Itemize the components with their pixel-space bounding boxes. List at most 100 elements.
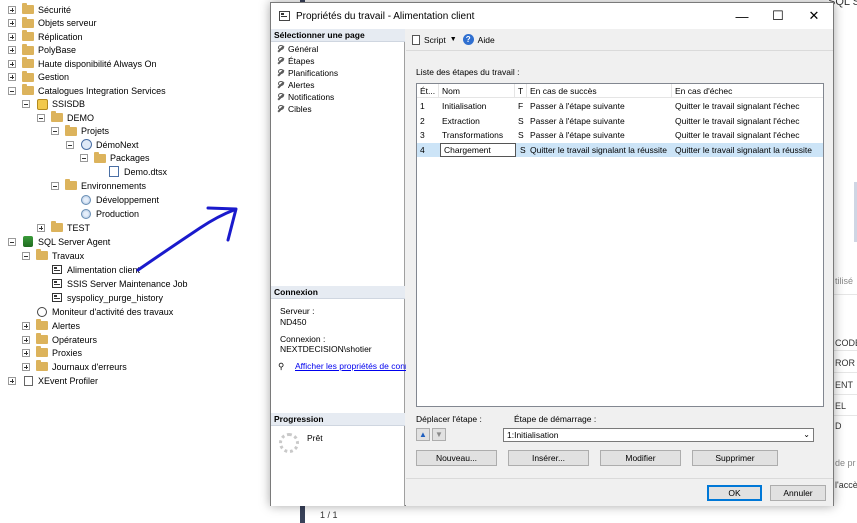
tree-node-alimentation-client[interactable]: Alimentation client (37, 263, 140, 276)
wrench-icon (277, 45, 285, 53)
tree-node-demo[interactable]: DEMO (37, 111, 94, 124)
start-step-select[interactable]: 1:Initialisation ⌄ (503, 428, 814, 442)
folder-icon (65, 179, 77, 190)
cancel-button[interactable]: Annuler (770, 485, 826, 501)
new-step-button[interactable]: Nouveau... (416, 450, 497, 466)
tree-node-demonext[interactable]: DémoNext (66, 138, 139, 151)
expand-icon[interactable] (8, 59, 16, 68)
collapse-icon[interactable] (22, 100, 30, 108)
tree-node-ssisdb[interactable]: SSISDB (22, 98, 85, 111)
dialog-titlebar[interactable]: Propriétés du travail - Alimentation cli… (271, 3, 833, 29)
page-notifications[interactable]: Notifications (277, 91, 334, 103)
expand-icon[interactable] (37, 223, 45, 232)
tree-node-objets-serveur[interactable]: Objets serveur (8, 16, 97, 30)
dialog-title: Propriétés du travail - Alimentation cli… (296, 10, 475, 22)
collapse-icon[interactable] (8, 86, 16, 95)
tree-node-packages[interactable]: Packages (80, 151, 150, 165)
script-button[interactable]: Script ▼ (412, 34, 463, 45)
wrench-icon (277, 69, 285, 77)
tree-node-syspolicy-purge[interactable]: syspolicy_purge_history (37, 291, 163, 304)
collapse-icon[interactable] (37, 113, 45, 122)
move-down-button[interactable]: ▼ (432, 428, 446, 441)
page-general[interactable]: Général (277, 43, 318, 55)
maximize-button[interactable]: ☐ (760, 3, 796, 29)
expand-icon[interactable] (8, 376, 16, 385)
column-header-on-failure[interactable]: En cas d'échec (672, 84, 823, 98)
tree-node-ssis-maintenance-job[interactable]: SSIS Server Maintenance Job (37, 277, 188, 290)
table-row[interactable]: 1 Initialisation F Passer à l'étape suiv… (417, 99, 823, 114)
column-header-name[interactable]: Nom (439, 84, 515, 98)
page-planifications[interactable]: Planifications (277, 67, 338, 79)
column-header-on-success[interactable]: En cas de succès (527, 84, 672, 98)
bg-fragment: ENT (835, 380, 853, 390)
tree-node-securite[interactable]: Sécurité (8, 3, 71, 16)
expand-icon[interactable] (22, 335, 30, 344)
expand-icon[interactable] (8, 32, 16, 41)
page-cibles[interactable]: Cibles (277, 103, 312, 115)
expand-icon[interactable] (22, 348, 30, 357)
tree-node-test[interactable]: TEST (37, 221, 90, 234)
cell-name-editing[interactable]: Chargement (440, 142, 516, 157)
column-header-step[interactable]: Ét... (417, 84, 439, 98)
cell-on-failure: Quitter le travail signalant l'échec (675, 130, 800, 141)
tree-node-journaux-erreurs[interactable]: Journaux d'erreurs (22, 360, 127, 373)
collapse-icon[interactable] (8, 237, 16, 246)
expand-icon[interactable] (22, 321, 30, 330)
tree-node-always-on[interactable]: Haute disponibilité Always On (8, 57, 157, 70)
table-row[interactable]: 3 Transformations S Passer à l'étape sui… (417, 128, 823, 143)
arrow-up-icon: ▲ (419, 430, 427, 439)
cell-step: 1 (420, 101, 425, 112)
modify-step-button[interactable]: Modifier (600, 450, 681, 466)
collapse-icon[interactable] (80, 154, 88, 162)
expand-icon[interactable] (8, 46, 16, 54)
expand-icon[interactable] (8, 5, 16, 14)
collapse-icon[interactable] (22, 251, 30, 260)
tree-node-job-activity-monitor[interactable]: Moniteur d'activité des travaux (22, 305, 173, 318)
collapse-icon[interactable] (51, 127, 59, 135)
tree-node-gestion[interactable]: Gestion (8, 70, 69, 84)
tree-node-sql-server-agent[interactable]: SQL Server Agent (8, 235, 110, 248)
tree-node-alertes[interactable]: Alertes (22, 319, 80, 332)
collapse-icon[interactable] (51, 181, 59, 190)
chevron-down-icon[interactable]: ⌄ (803, 430, 810, 439)
server-value: ND450 (280, 317, 307, 327)
ok-button[interactable]: OK (707, 485, 762, 501)
tree-node-travaux[interactable]: Travaux (22, 249, 84, 262)
help-button[interactable]: ? Aide (462, 34, 495, 45)
cell-on-failure: Quitter le travail signalant l'échec (675, 115, 800, 126)
tree-node-production[interactable]: Production (66, 207, 139, 220)
steps-grid[interactable]: Ét... Nom T En cas de succès En cas d'éc… (416, 83, 824, 407)
tree-node-polybase[interactable]: PolyBase (8, 43, 76, 57)
column-header-type[interactable]: T (515, 84, 527, 98)
tree-node-projets[interactable]: Projets (51, 124, 109, 138)
progress-header: Progression (271, 413, 405, 426)
tree-node-xevent-profiler[interactable]: XEvent Profiler (8, 374, 98, 387)
chevron-down-icon[interactable]: ▼ (450, 36, 457, 43)
page-etapes[interactable]: Étapes (277, 55, 314, 67)
insert-step-button[interactable]: Insérer... (508, 450, 589, 466)
help-icon: ? (462, 34, 474, 45)
table-row-selected[interactable]: 4 Chargement S Quitter le travail signal… (417, 142, 823, 157)
tree-node-catalogues-is[interactable]: Catalogues Integration Services (8, 84, 166, 97)
expand-icon[interactable] (22, 362, 30, 371)
expand-icon[interactable] (8, 19, 16, 27)
tree-node-proxies[interactable]: Proxies (22, 346, 82, 359)
connection-value: NEXTDECISION\shotier (280, 344, 372, 354)
tree-node-replication[interactable]: Réplication (8, 30, 83, 43)
collapse-icon[interactable] (66, 140, 74, 149)
folder-icon (22, 30, 34, 41)
tree-node-operateurs[interactable]: Opérateurs (22, 333, 97, 346)
view-connection-properties-link[interactable]: Afficher les propriétés de conn (295, 361, 410, 371)
delete-step-button[interactable]: Supprimer (692, 450, 778, 466)
tree-node-demo-dtsx[interactable]: Demo.dtsx (94, 165, 167, 178)
folder-icon (22, 3, 34, 14)
tree-node-environnements[interactable]: Environnements (51, 179, 146, 192)
expand-icon[interactable] (8, 73, 16, 81)
close-button[interactable]: ✕ (796, 3, 832, 29)
page-alertes[interactable]: Alertes (277, 79, 314, 91)
table-row[interactable]: 2 Extraction S Passer à l'étape suivante… (417, 114, 823, 129)
sql-agent-icon (22, 236, 34, 247)
move-up-button[interactable]: ▲ (416, 428, 430, 441)
cell-step: 3 (420, 130, 425, 141)
minimize-button[interactable]: — (724, 3, 760, 29)
